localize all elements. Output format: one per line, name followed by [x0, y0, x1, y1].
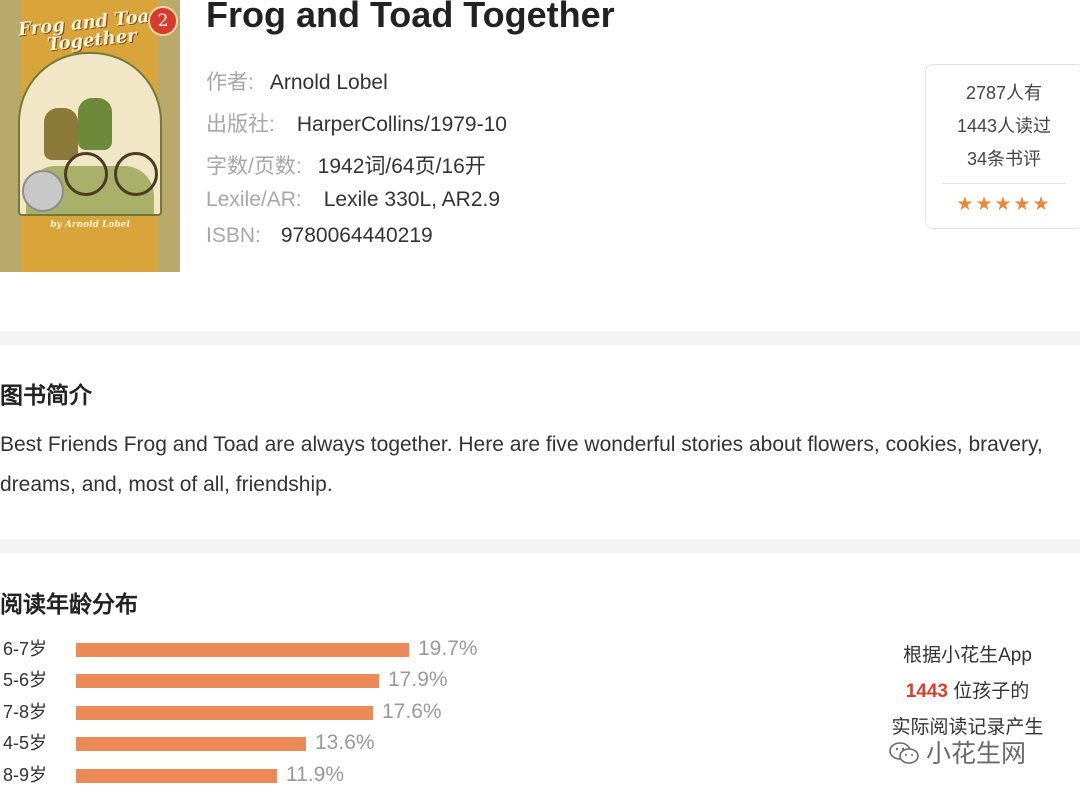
read-count: 1443人读过	[956, 116, 1052, 136]
age-percent: 17.9%	[388, 668, 448, 691]
frog-figure	[44, 108, 78, 160]
divider	[942, 183, 1066, 184]
meta-label: 作者:	[206, 71, 254, 94]
bicycle-wheel	[114, 152, 158, 196]
cover-title-art: Frog and Toad Together	[17, 4, 163, 56]
rating-stars-icon: ★★★★★	[956, 194, 1052, 215]
data-source-note: 根据小花生App	[903, 645, 1032, 666]
age-bar	[76, 674, 379, 688]
meta-publisher: 出版社: HarperCollins/1979-10	[206, 108, 507, 138]
age-label: 4-5岁	[3, 733, 48, 753]
age-percent: 17.6%	[382, 700, 442, 723]
reader-stats-card[interactable]: 2787人有 1443人读过 34条书评 ★★★★★	[925, 64, 1080, 229]
meta-value[interactable]: Arnold Lobel	[270, 71, 388, 94]
age-label: 5-6岁	[3, 670, 48, 690]
book-title: Frog and Toad Together	[206, 0, 615, 35]
watermark-text: 小花生网	[926, 740, 1027, 768]
age-label: 7-8岁	[3, 702, 48, 722]
watermark: 小花生网	[888, 734, 1026, 770]
age-bar	[76, 706, 373, 720]
meta-author: 作者: Arnold Lobel	[206, 66, 388, 96]
meta-value: HarperCollins/1979-10	[296, 113, 507, 136]
cover-author-art: by Arnold Lobel	[50, 220, 130, 230]
meta-label: ISBN:	[206, 224, 261, 247]
intro-section-title: 图书简介	[0, 382, 92, 408]
age-label: 8-9岁	[3, 765, 48, 785]
meta-value: 1942词/64页/16开	[317, 155, 486, 178]
meta-label: 字数/页数:	[206, 155, 302, 178]
age-percent: 13.6%	[315, 731, 375, 754]
meta-isbn: ISBN: 9780064440219	[206, 224, 433, 248]
review-count[interactable]: 34条书评	[926, 145, 1080, 171]
age-percent: 11.9%	[286, 763, 344, 786]
reader-count-suffix: 位孩子的	[948, 681, 1030, 702]
age-bar	[76, 769, 277, 783]
meta-lexile-ar: Lexile/AR: Lexile 330L, AR2.9	[206, 188, 500, 212]
intro-text: Best Friends Frog and Toad are always to…	[0, 433, 1043, 496]
award-seal	[22, 170, 64, 212]
wechat-icon	[889, 742, 919, 764]
reader-count: 1443	[905, 681, 948, 702]
age-bar	[76, 737, 306, 751]
reader-count-note: 1443 位孩子的	[880, 676, 1055, 703]
series-level-badge: 2	[148, 6, 178, 36]
section-divider	[0, 331, 1080, 345]
have-count: 2787人有	[965, 83, 1043, 103]
bicycle-wheel	[64, 152, 108, 196]
meta-label: Lexile/AR:	[206, 188, 302, 211]
toad-figure	[78, 98, 112, 150]
book-cover-image[interactable]: Frog and Toad Together 2 by Arnold Lobel	[0, 0, 180, 272]
meta-words-pages: 字数/页数: 1942词/64页/16开	[206, 150, 486, 180]
meta-value: 9780064440219	[280, 224, 433, 247]
meta-label: 出版社:	[206, 113, 275, 136]
section-divider	[0, 539, 1080, 553]
age-label: 6-7岁	[3, 639, 48, 659]
age-percent: 19.7%	[418, 637, 478, 660]
age-section-title: 阅读年龄分布	[0, 591, 138, 617]
meta-value: Lexile 330L, AR2.9	[323, 188, 501, 211]
age-bar	[76, 643, 409, 657]
